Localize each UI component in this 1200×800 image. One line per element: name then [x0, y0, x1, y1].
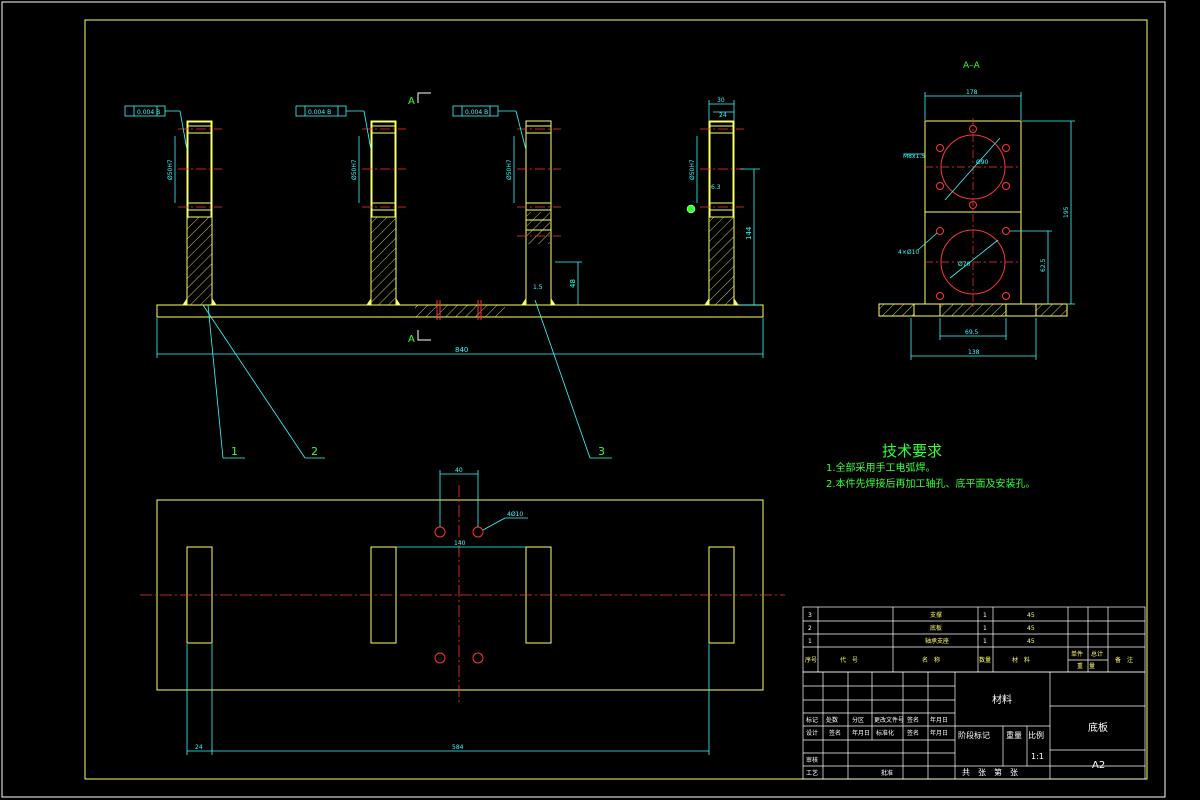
- tech-req-item-2: 2.本件先焊接后再加工轴孔、底平面及安装孔。: [826, 477, 1036, 490]
- tb-design-2: 签名: [829, 729, 841, 737]
- tb-design-1: 设计: [806, 729, 818, 737]
- parts-header-weight: 重 量: [1077, 662, 1095, 670]
- tb-sheet-size: A2: [1092, 760, 1105, 771]
- tb-rev-4: 更改文件号: [874, 716, 904, 724]
- side-centerlines: [925, 118, 1021, 310]
- parts-row-2-no: 2: [808, 625, 812, 632]
- parts-header-name: 名 称: [922, 656, 940, 664]
- parts-header-remark: 备 注: [1115, 656, 1133, 664]
- front-centerlines: [178, 128, 744, 237]
- parts-header-total: 总计: [1091, 650, 1103, 658]
- tech-req-title: 技术要求: [882, 442, 942, 460]
- parts-row-3-mat: 45: [1027, 612, 1035, 619]
- parts-header-no: 序号: [805, 656, 817, 664]
- balloon-2: 2: [311, 445, 318, 458]
- side-dim-height: 195: [1063, 206, 1070, 218]
- sheet-border-inner: [84, 19, 1148, 780]
- tb-sheets: 共 张 第 张: [962, 767, 1018, 777]
- dim-weld-height: 48: [569, 279, 577, 288]
- tb-weight: 重量: [1006, 730, 1022, 740]
- tb-design-3: 年月日: [852, 729, 870, 737]
- side-dim-circle-top: Ø90: [976, 159, 989, 166]
- tb-rev-6: 年月日: [930, 716, 948, 724]
- dim-fit-1: Ø50H7: [167, 159, 174, 180]
- tb-stage-mark: 阶段标记: [958, 730, 990, 740]
- tb-design-6: 年月日: [930, 729, 948, 737]
- side-dim-base-inner: 69.5: [965, 329, 979, 336]
- dim-tube-height: 144: [745, 226, 753, 240]
- tb-design-5: 签名: [907, 729, 919, 737]
- tb-rev-1: 标记: [806, 716, 818, 724]
- parts-row-2-name: 底板: [930, 624, 942, 632]
- parts-row-1-mat: 45: [1027, 638, 1035, 645]
- parts-header-qty: 数量: [979, 656, 991, 664]
- dim-bolt: 30: [717, 97, 725, 104]
- tb-rev-5: 签名: [907, 716, 919, 724]
- cad-drawing: 0.004 B 0.004 B 0.004 B A A 840 144 48 3…: [1, 1, 1166, 798]
- parts-row-3-name: 支撑: [930, 611, 942, 619]
- dim-spot: 6.3: [711, 184, 721, 191]
- side-hole-spec-left: 4×Ø10: [898, 249, 919, 256]
- parts-row-2-qty: 1: [983, 625, 987, 632]
- section-view-title: A–A: [963, 61, 981, 71]
- tolerance-2: 0.004 B: [308, 109, 331, 116]
- plan-hole-spec: 4Ø10: [507, 511, 523, 518]
- tb-part-name: 底板: [1088, 721, 1108, 734]
- section-marker-bottom: A: [408, 334, 415, 345]
- front-view: [156, 120, 764, 320]
- side-dim-base: 138: [968, 349, 980, 356]
- dim-fit-4: Ø50H7: [689, 159, 696, 180]
- plan-centerlines: [140, 485, 785, 705]
- parts-row-3-no: 3: [808, 612, 812, 619]
- tb-design-4: 标准化: [876, 729, 894, 737]
- balloon-1: 1: [231, 445, 238, 458]
- dim-bolt-sub: 24: [719, 112, 727, 119]
- tb-scale: 1:1: [1031, 752, 1044, 761]
- plan-dim-edge: 24: [195, 744, 203, 751]
- side-dim-circle-bottom: Ø70: [958, 261, 971, 268]
- parts-row-3-qty: 1: [983, 612, 987, 619]
- tb-rev-3: 分区: [852, 716, 864, 724]
- tolerance-3: 0.004 B: [465, 109, 488, 116]
- side-dim-hole-height: 62.5: [1040, 258, 1047, 272]
- dim-fit-3: Ø50H7: [506, 159, 513, 180]
- plan-dim-hole-spacing: 40: [455, 467, 463, 474]
- parts-row-2-mat: 45: [1027, 625, 1035, 632]
- plan-dimensions: [186, 470, 710, 755]
- dim-chamfer: 1.5: [533, 284, 543, 291]
- parts-header-code: 代 号: [840, 656, 858, 664]
- dim-fit-2: Ø50H7: [351, 159, 358, 180]
- parts-header-unit: 单件: [1071, 650, 1083, 658]
- tb-rev-2: 处数: [826, 716, 838, 724]
- tolerance-1: 0.004 B: [137, 109, 160, 116]
- tb-approve: 批准: [881, 769, 893, 777]
- balloon-3: 3: [598, 445, 605, 458]
- parts-row-1-no: 1: [808, 638, 812, 645]
- plan-dim-center-span: 140: [454, 540, 466, 547]
- tech-req-item-1: 1.全部采用手工电弧焊。: [826, 461, 936, 474]
- parts-row-1-qty: 1: [983, 638, 987, 645]
- tb-scale-label: 比例: [1028, 730, 1044, 740]
- side-dimensions: [904, 92, 1075, 360]
- plan-dim-span: 584: [452, 744, 464, 751]
- section-marker-top: A: [408, 96, 415, 107]
- parts-header-material: 材 料: [1012, 656, 1030, 664]
- tb-material: 材料: [992, 693, 1012, 706]
- side-dim-width: 178: [966, 89, 978, 96]
- side-hole-spec-top: M8x1.5: [903, 153, 925, 160]
- tb-process: 工艺: [806, 769, 818, 777]
- dim-overall-length: 840: [455, 346, 468, 354]
- roughness-icon: [686, 204, 696, 214]
- parts-row-1-name: 轴承支座: [925, 637, 949, 645]
- front-dimensions: [156, 100, 764, 459]
- tb-check: 审核: [806, 756, 818, 764]
